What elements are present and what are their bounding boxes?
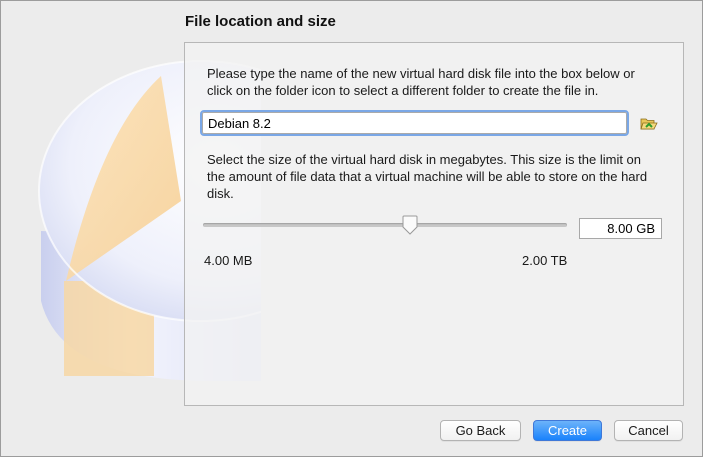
go-back-button[interactable]: Go Back bbox=[440, 420, 521, 441]
disk-filename-input[interactable] bbox=[200, 110, 629, 136]
choose-folder-button[interactable] bbox=[639, 114, 659, 134]
disk-size-slider[interactable] bbox=[203, 223, 567, 227]
slider-thumb[interactable] bbox=[400, 215, 420, 235]
folder-open-icon bbox=[640, 118, 658, 130]
content-panel: Please type the name of the new virtual … bbox=[184, 42, 684, 406]
page-title: File location and size bbox=[185, 13, 336, 30]
create-button[interactable]: Create bbox=[533, 420, 602, 441]
disk-size-input[interactable] bbox=[579, 218, 662, 239]
size-description: Select the size of the virtual hard disk… bbox=[207, 152, 648, 201]
slider-min-label: 4.00 MB bbox=[204, 253, 253, 268]
location-description: Please type the name of the new virtual … bbox=[207, 66, 635, 98]
cancel-button[interactable]: Cancel bbox=[614, 420, 683, 441]
slider-max-label: 2.00 TB bbox=[522, 253, 568, 268]
create-virtual-hard-disk-dialog: File location and size Please type the n… bbox=[0, 0, 703, 457]
